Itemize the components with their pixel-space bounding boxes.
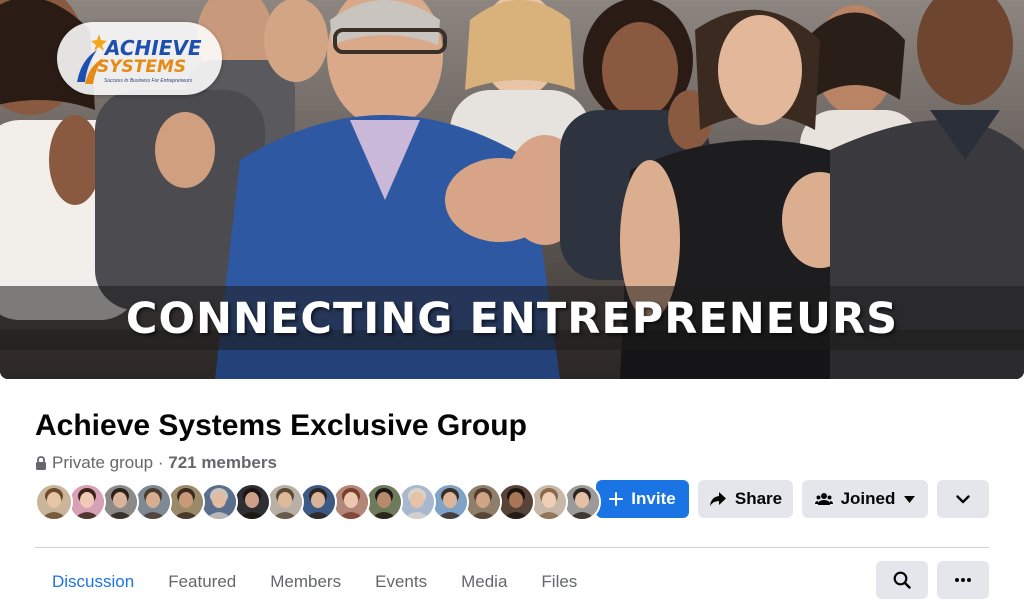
joined-button[interactable]: Joined <box>802 480 928 518</box>
member-avatar[interactable] <box>299 483 337 521</box>
members-count[interactable]: 721 members <box>168 452 277 474</box>
share-arrow-icon <box>709 491 727 507</box>
member-avatar[interactable] <box>563 483 601 521</box>
member-avatar[interactable] <box>233 483 271 521</box>
member-avatar[interactable] <box>332 483 370 521</box>
ellipsis-icon <box>955 578 971 582</box>
member-avatar[interactable] <box>200 483 238 521</box>
search-icon <box>893 571 911 589</box>
joined-button-label: Joined <box>840 489 896 508</box>
tab-featured[interactable]: Featured <box>151 560 253 604</box>
member-avatar[interactable] <box>464 483 502 521</box>
tab-more-button[interactable] <box>937 561 989 599</box>
cover-headline: CONNECTING ENTREPRENEURS <box>125 294 899 344</box>
share-button[interactable]: Share <box>698 480 793 518</box>
privacy-label[interactable]: Private group <box>52 452 153 474</box>
more-options-button[interactable] <box>937 480 989 518</box>
cover-photo[interactable]: CONNECTING ENTREPRENEURS ACHIEVE SYSTEMS… <box>0 0 1024 379</box>
tab-discussion[interactable]: Discussion <box>35 560 151 604</box>
member-avatar[interactable] <box>68 483 106 521</box>
tab-files[interactable]: Files <box>524 560 594 604</box>
meta-separator: · <box>153 453 169 472</box>
group-title[interactable]: Achieve Systems Exclusive Group <box>35 406 527 446</box>
achieve-systems-logo: ACHIEVE SYSTEMS Success In Business For … <box>57 22 222 95</box>
group-meta: Private group · 721 members <box>35 452 277 474</box>
member-avatar[interactable] <box>101 483 139 521</box>
member-avatar[interactable] <box>530 483 568 521</box>
tab-events[interactable]: Events <box>358 560 444 604</box>
member-avatar[interactable] <box>35 483 73 521</box>
plus-icon <box>609 492 624 506</box>
group-tabs: Discussion Featured Members Events Media File… <box>35 560 594 604</box>
member-avatar[interactable] <box>365 483 403 521</box>
member-avatar[interactable] <box>431 483 469 521</box>
member-avatar[interactable] <box>266 483 304 521</box>
member-avatar[interactable] <box>134 483 172 521</box>
group-people-icon <box>814 492 833 506</box>
caret-down-icon <box>904 495 916 503</box>
invite-button-label: Invite <box>631 489 676 508</box>
logo-text-systems: SYSTEMS <box>97 57 187 77</box>
member-avatar[interactable] <box>167 483 205 521</box>
share-button-label: Share <box>734 489 783 508</box>
tab-members[interactable]: Members <box>253 560 358 604</box>
invite-button[interactable]: Invite <box>596 480 689 518</box>
member-avatars[interactable] <box>35 483 601 521</box>
group-search-button[interactable] <box>876 561 928 599</box>
logo-tagline: Success In Business For Entrepreneurs <box>104 78 193 84</box>
member-avatar[interactable] <box>497 483 535 521</box>
header-divider <box>35 547 989 548</box>
member-avatar[interactable] <box>398 483 436 521</box>
lock-icon <box>36 456 46 470</box>
tab-media[interactable]: Media <box>444 560 524 604</box>
chevron-down-icon <box>956 494 970 504</box>
